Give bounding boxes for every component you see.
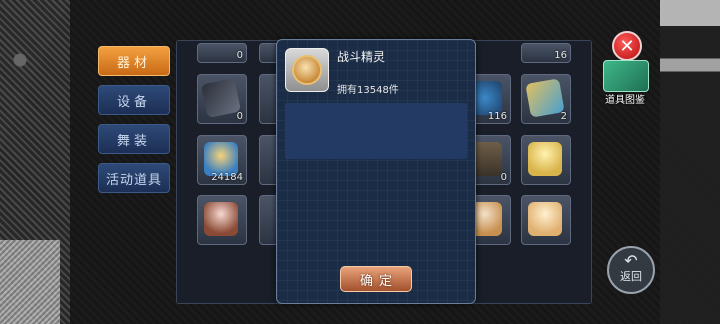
item-description-box <box>285 103 467 159</box>
device-item-icon <box>200 77 242 119</box>
slot-quantity: 2 <box>560 111 567 122</box>
inventory-slot[interactable]: 0 <box>197 43 247 63</box>
back-label: 返回 <box>620 270 642 283</box>
item-owned-count: 拥有13548件 <box>337 85 399 96</box>
tab-devices[interactable]: 设备 <box>98 85 170 115</box>
background-panel-right <box>660 0 720 324</box>
confirm-button[interactable]: 确定 <box>340 266 412 292</box>
catalog-book-icon <box>603 60 649 92</box>
slot-quantity: 0 <box>236 50 243 61</box>
slot-quantity: 16 <box>554 50 567 61</box>
close-icon: ✕ <box>619 35 635 57</box>
slot-quantity: 0 <box>500 172 507 183</box>
category-tabs: 器材 设备 舞装 活动道具 <box>98 46 170 202</box>
inventory-slot[interactable]: 24184 <box>197 135 247 185</box>
slot-quantity: 0 <box>236 111 243 122</box>
item-name: 战斗精灵 <box>337 50 386 64</box>
inventory-slot[interactable] <box>521 135 571 185</box>
item-catalog-button[interactable]: 道具图鉴 <box>599 58 651 106</box>
spirit-item-icon <box>204 142 238 176</box>
ticket-item-icon <box>525 78 565 118</box>
inventory-slot[interactable]: 0 <box>197 74 247 124</box>
back-button[interactable]: ↶ 返回 <box>607 246 655 294</box>
character-item-icon <box>204 202 238 236</box>
character-item-icon <box>528 142 562 176</box>
inventory-slot[interactable] <box>521 195 571 245</box>
return-arrow-icon: ↶ <box>624 251 638 270</box>
slot-quantity: 24184 <box>211 172 243 183</box>
inventory-slot[interactable]: 2 <box>521 74 571 124</box>
inventory-slot[interactable] <box>197 195 247 245</box>
item-icon <box>285 48 329 92</box>
item-detail-dialog: 战斗精灵 拥有13548件 确定 <box>276 39 476 304</box>
battle-spirit-coin-icon <box>292 55 322 85</box>
tab-equipment[interactable]: 器材 <box>98 46 170 76</box>
slot-quantity: 116 <box>487 111 507 122</box>
close-button[interactable]: ✕ <box>612 31 642 61</box>
character-item-icon <box>528 202 562 236</box>
tab-event-items[interactable]: 活动道具 <box>98 163 170 193</box>
background-panel-bottom <box>0 240 60 324</box>
tab-costumes[interactable]: 舞装 <box>98 124 170 154</box>
item-catalog-label: 道具图鉴 <box>605 95 645 106</box>
inventory-slot[interactable]: 16 <box>521 43 571 63</box>
